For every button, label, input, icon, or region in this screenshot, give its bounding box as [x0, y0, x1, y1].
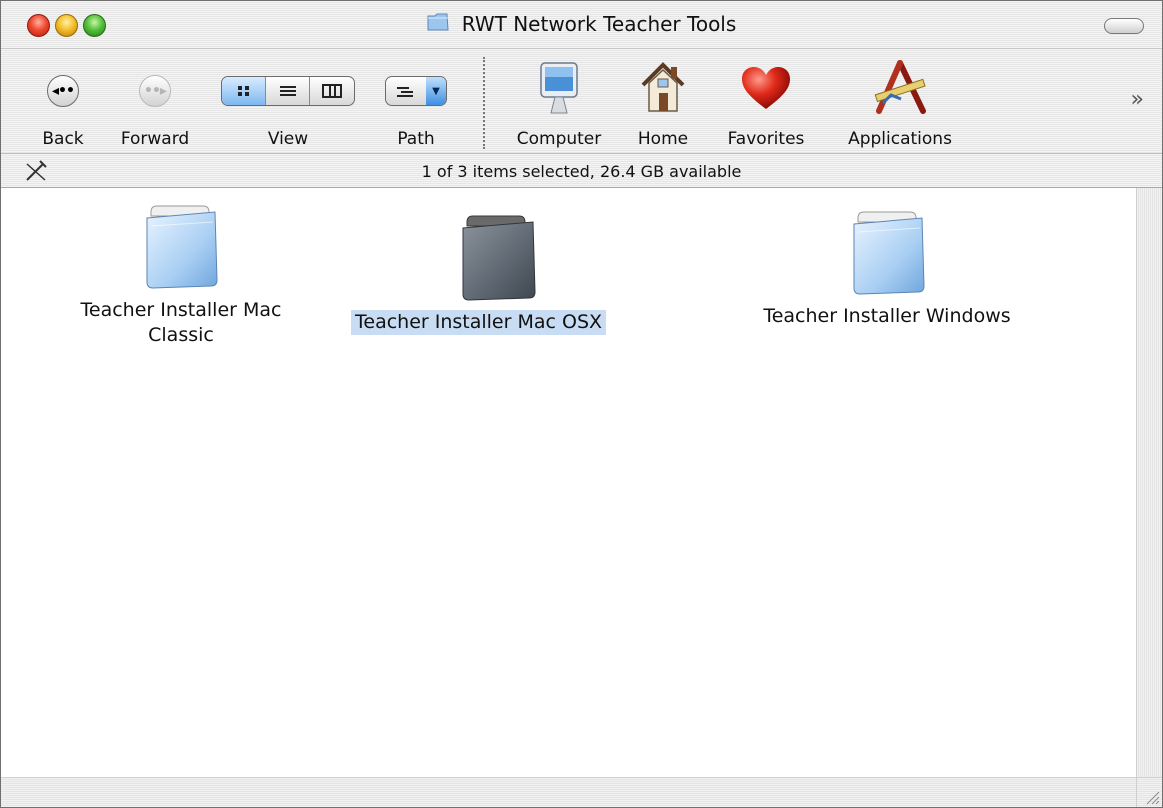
view-icon-mode-button[interactable]: [222, 77, 266, 105]
file-item[interactable]: Teacher Installer Mac Classic: [61, 202, 301, 352]
home-icon: [641, 62, 685, 112]
forward-arrow-icon: ••▸: [139, 75, 171, 107]
status-bar: 1 of 3 items selected, 26.4 GB available: [1, 153, 1162, 188]
view-control: View: [221, 49, 355, 154]
path-popup-button[interactable]: ▼: [385, 76, 447, 106]
file-item-selected[interactable]: Teacher Installer Mac OSX: [341, 212, 651, 342]
forward-button[interactable]: ••▸ Forward: [109, 49, 201, 154]
view-column-mode-button[interactable]: [310, 77, 354, 105]
back-arrow-icon: ◂••: [47, 75, 79, 107]
back-button[interactable]: ◂•• Back: [35, 49, 91, 154]
view-list-mode-button[interactable]: [266, 77, 310, 105]
file-label: Teacher Installer Windows: [763, 305, 1011, 327]
toolbar-toggle-button[interactable]: [1104, 18, 1144, 34]
heart-icon: [742, 67, 790, 109]
icon-view-icon: [237, 86, 249, 96]
applications-button[interactable]: Applications: [835, 49, 965, 154]
view-segmented-control: [221, 76, 355, 106]
resize-handle[interactable]: [1136, 777, 1162, 807]
computer-button[interactable]: Computer: [506, 49, 612, 154]
applications-icon: [874, 60, 926, 114]
finder-window: RWT Network Teacher Tools ◂•• Back ••▸ F…: [0, 0, 1163, 808]
toolbar-overflow-button[interactable]: »: [1131, 87, 1144, 112]
horizontal-scrollbar[interactable]: [1, 777, 1136, 807]
title-bar[interactable]: RWT Network Teacher Tools: [1, 1, 1162, 48]
file-label: Teacher Installer Mac Classic: [61, 298, 301, 348]
dropdown-arrow-icon: ▼: [426, 77, 446, 105]
view-label: View: [267, 129, 309, 149]
computer-icon: [540, 62, 578, 114]
toolbar: ◂•• Back ••▸ Forward View ▼ Path Compute…: [1, 48, 1162, 154]
path-label: Path: [397, 129, 435, 149]
folder-icon: [146, 205, 218, 289]
file-item[interactable]: Teacher Installer Windows: [737, 208, 1037, 338]
forward-label: Forward: [120, 129, 190, 149]
window-title-wrap: RWT Network Teacher Tools: [1, 12, 1162, 38]
favorites-button[interactable]: Favorites: [717, 49, 815, 154]
file-label: Teacher Installer Mac OSX: [351, 310, 607, 335]
list-view-icon: [279, 86, 296, 96]
folder-icon: [462, 215, 536, 301]
computer-label: Computer: [516, 129, 602, 149]
status-text: 1 of 3 items selected, 26.4 GB available: [421, 162, 742, 181]
back-label: Back: [42, 129, 84, 149]
file-browser-content: Teacher Installer Mac Classic Teacher In…: [1, 188, 1136, 777]
window-title: RWT Network Teacher Tools: [461, 12, 737, 36]
path-button[interactable]: ▼ Path: [381, 49, 451, 154]
file-label-line: Teacher Installer Mac: [80, 299, 282, 321]
home-label: Home: [637, 129, 689, 149]
path-icon: [397, 87, 413, 97]
folder-icon: [853, 211, 925, 295]
file-label-line: Classic: [148, 324, 214, 346]
toolbar-separator: [483, 57, 485, 149]
resize-grip-icon: [1146, 791, 1160, 805]
favorites-label: Favorites: [727, 129, 805, 149]
vertical-scrollbar[interactable]: [1136, 188, 1162, 777]
applications-label: Applications: [848, 129, 952, 149]
folder-icon: [427, 12, 449, 36]
column-view-icon: [322, 84, 342, 98]
home-button[interactable]: Home: [629, 49, 697, 154]
